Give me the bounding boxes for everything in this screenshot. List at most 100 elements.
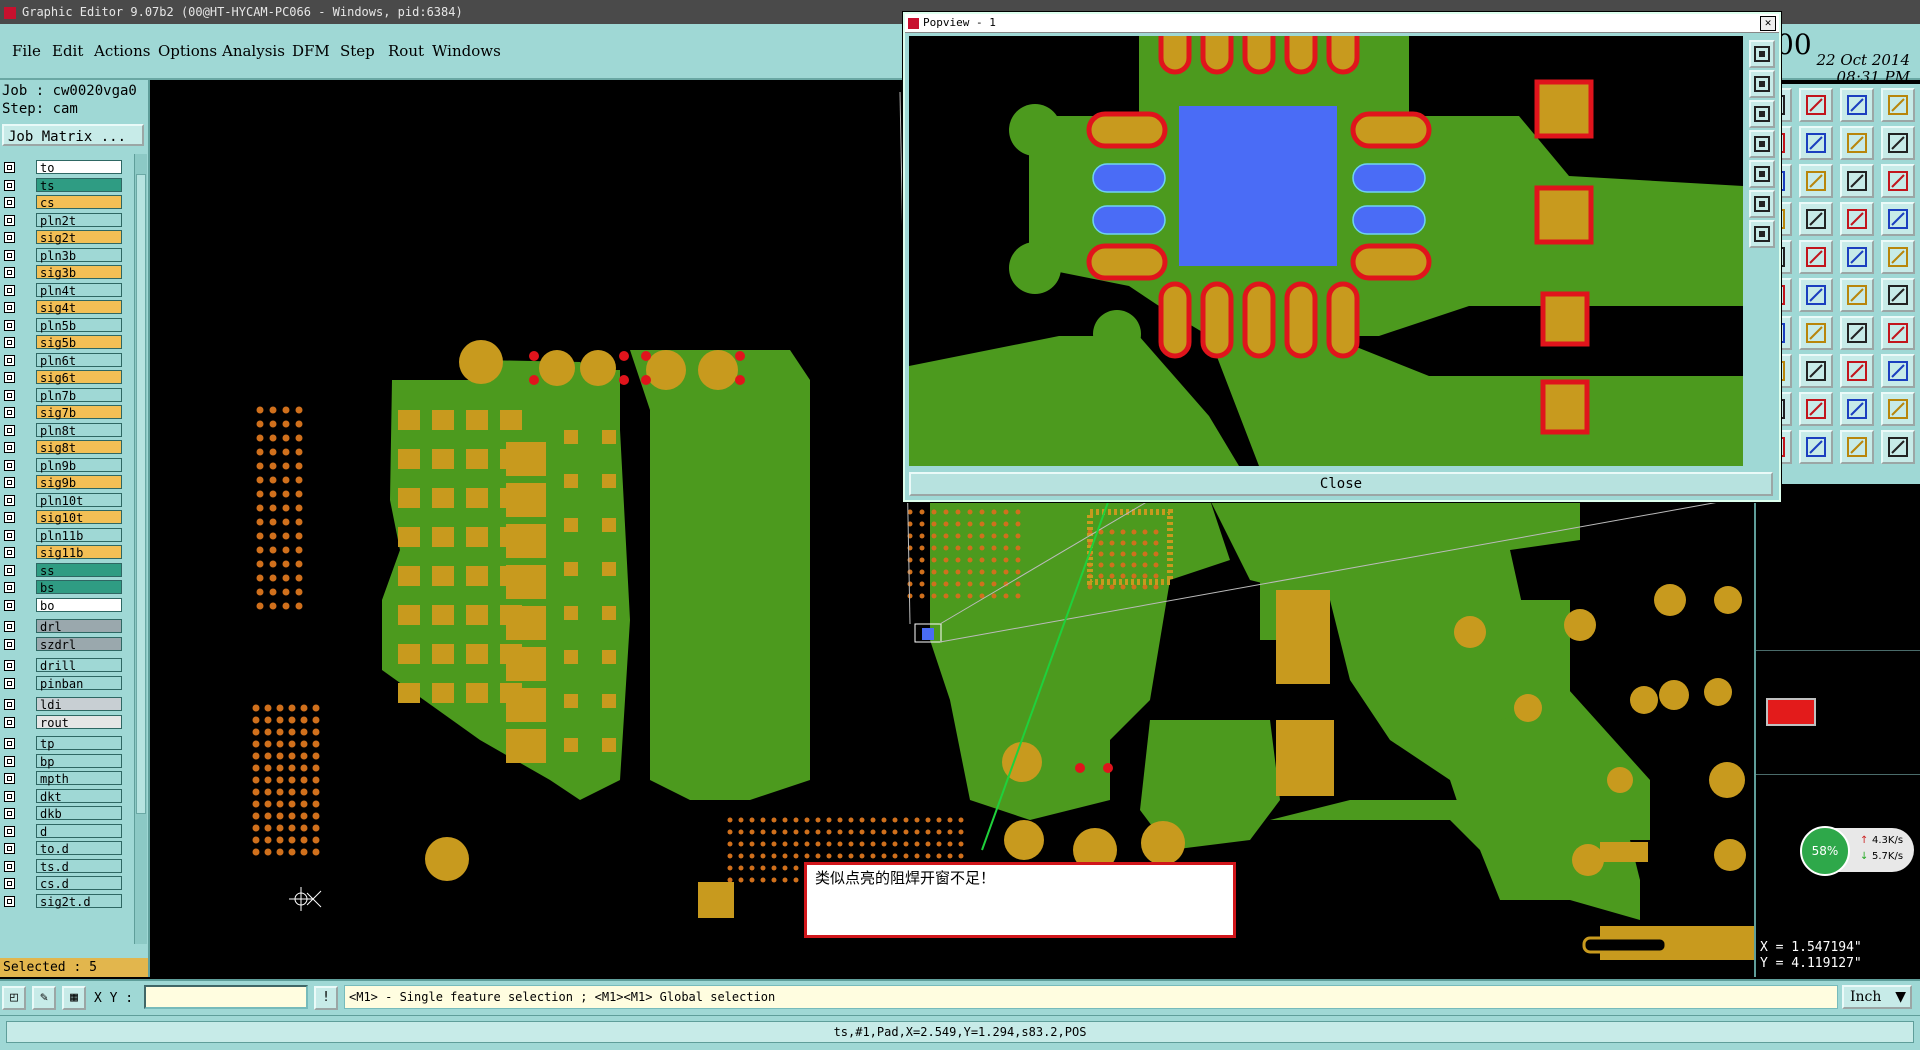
layer-checkbox[interactable]: [4, 621, 15, 632]
tool-button-icon[interactable]: [1799, 278, 1833, 312]
layer-checkbox[interactable]: [4, 825, 15, 837]
layer-name[interactable]: bs: [36, 580, 122, 595]
layer-checkbox[interactable]: [4, 860, 15, 872]
layer-name[interactable]: pln4t: [36, 282, 122, 298]
tool-button-icon[interactable]: [1799, 88, 1833, 122]
layer-name[interactable]: cs.d: [36, 876, 122, 891]
layer-name[interactable]: pln3b: [36, 247, 122, 263]
menu-edit[interactable]: Edit: [52, 42, 83, 60]
layer-name[interactable]: drl: [36, 619, 122, 634]
layer-row[interactable]: bp: [4, 753, 122, 769]
tool-button-icon[interactable]: [1799, 354, 1833, 388]
layer-row[interactable]: to: [4, 160, 122, 175]
layer-row[interactable]: pln4t: [4, 282, 122, 298]
layer-row[interactable]: sig2t: [4, 230, 122, 245]
menu-rout[interactable]: Rout: [388, 42, 424, 60]
layer-name[interactable]: pln7b: [36, 387, 122, 403]
grid-tool-icon[interactable]: ▦: [62, 986, 86, 1010]
layer-checkbox[interactable]: [4, 755, 15, 767]
layer-name[interactable]: pln2t: [36, 212, 122, 228]
layer-row[interactable]: sig9b: [4, 475, 122, 490]
tool-button-icon[interactable]: [1799, 164, 1833, 198]
popview-tool-icon[interactable]: [1749, 130, 1775, 158]
layer-checkbox[interactable]: [4, 773, 15, 784]
layer-name[interactable]: szdrl: [36, 636, 122, 652]
layer-name[interactable]: ss: [36, 562, 122, 578]
layer-row[interactable]: dkb: [4, 806, 122, 821]
layer-checkbox[interactable]: [4, 599, 15, 611]
layer-checkbox[interactable]: [4, 529, 15, 541]
layer-name[interactable]: bp: [36, 753, 122, 769]
layer-checkbox[interactable]: [4, 407, 15, 418]
layer-checkbox[interactable]: [4, 660, 15, 671]
menu-step[interactable]: Step: [340, 42, 375, 60]
layer-row[interactable]: pln5b: [4, 317, 122, 333]
popview-close-icon[interactable]: ✕: [1760, 16, 1776, 31]
scroll-thumb[interactable]: [136, 174, 146, 814]
layer-checkbox[interactable]: [4, 716, 15, 728]
tool-button-icon[interactable]: [1799, 240, 1833, 274]
layer-checkbox[interactable]: [4, 843, 15, 854]
layer-checkbox[interactable]: [4, 699, 15, 710]
layer-checkbox[interactable]: [4, 354, 15, 366]
layer-name[interactable]: sig11b: [36, 545, 122, 560]
tool-button-icon[interactable]: [1840, 392, 1874, 426]
layer-name[interactable]: sig2t: [36, 230, 122, 245]
layer-checkbox[interactable]: [4, 494, 15, 506]
layer-name[interactable]: sig2t.d: [36, 893, 122, 909]
layer-scrollbar[interactable]: [134, 154, 147, 944]
layer-name[interactable]: sig3b: [36, 265, 122, 280]
tool-button-icon[interactable]: [1840, 430, 1874, 464]
layer-checkbox[interactable]: [4, 284, 15, 296]
layer-row[interactable]: mpth: [4, 771, 122, 786]
layer-checkbox[interactable]: [4, 197, 15, 208]
menu-options[interactable]: Options: [158, 42, 217, 60]
popview-tool-icon[interactable]: [1749, 100, 1775, 128]
layer-row[interactable]: pln3b: [4, 247, 122, 263]
layer-name[interactable]: sig8t: [36, 440, 122, 455]
layer-row[interactable]: sig8t: [4, 440, 122, 455]
layer-checkbox[interactable]: [4, 512, 15, 523]
tool-button-icon[interactable]: [1881, 164, 1915, 198]
layer-checkbox[interactable]: [4, 477, 15, 488]
layer-row[interactable]: ss: [4, 562, 122, 578]
layer-checkbox[interactable]: [4, 162, 15, 173]
layer-row[interactable]: tp: [4, 736, 122, 751]
layer-row[interactable]: drill: [4, 658, 122, 673]
layer-name[interactable]: pln5b: [36, 317, 122, 333]
layer-row[interactable]: bs: [4, 580, 122, 595]
layer-checkbox[interactable]: [4, 267, 15, 278]
tool-button-icon[interactable]: [1881, 278, 1915, 312]
tool-button-icon[interactable]: [1881, 354, 1915, 388]
layer-checkbox[interactable]: [4, 389, 15, 401]
layer-checkbox[interactable]: [4, 790, 15, 802]
tool-button-icon[interactable]: [1840, 202, 1874, 236]
tool-button-icon[interactable]: [1881, 316, 1915, 350]
popview-tool-icon[interactable]: [1749, 220, 1775, 248]
layer-row[interactable]: d: [4, 823, 122, 839]
layer-name[interactable]: ldi: [36, 697, 122, 712]
layer-name[interactable]: sig10t: [36, 510, 122, 525]
layer-checkbox[interactable]: [4, 179, 15, 191]
layer-checkbox[interactable]: [4, 547, 15, 558]
layer-checkbox[interactable]: [4, 214, 15, 226]
menu-dfm[interactable]: DFM: [292, 42, 330, 60]
popview-close-button[interactable]: Close: [909, 472, 1773, 496]
layer-row[interactable]: sig10t: [4, 510, 122, 525]
popview-tool-icon[interactable]: [1749, 70, 1775, 98]
layer-row[interactable]: sig11b: [4, 545, 122, 560]
layer-name[interactable]: d: [36, 823, 122, 839]
menu-analysis[interactable]: Analysis: [222, 42, 285, 60]
tool-button-icon[interactable]: [1840, 316, 1874, 350]
layer-row[interactable]: pln6t: [4, 352, 122, 368]
layer-name[interactable]: sig9b: [36, 475, 122, 490]
tool-button-icon[interactable]: [1840, 354, 1874, 388]
edit-tool-icon[interactable]: ✎: [32, 986, 56, 1010]
select-tool-icon[interactable]: ◰: [2, 986, 26, 1010]
layer-row[interactable]: dkt: [4, 788, 122, 804]
menu-file[interactable]: File: [12, 42, 41, 60]
layer-row[interactable]: pinban: [4, 675, 122, 691]
tool-button-icon[interactable]: [1881, 392, 1915, 426]
layer-name[interactable]: cs: [36, 195, 122, 210]
layer-name[interactable]: sig7b: [36, 405, 122, 420]
